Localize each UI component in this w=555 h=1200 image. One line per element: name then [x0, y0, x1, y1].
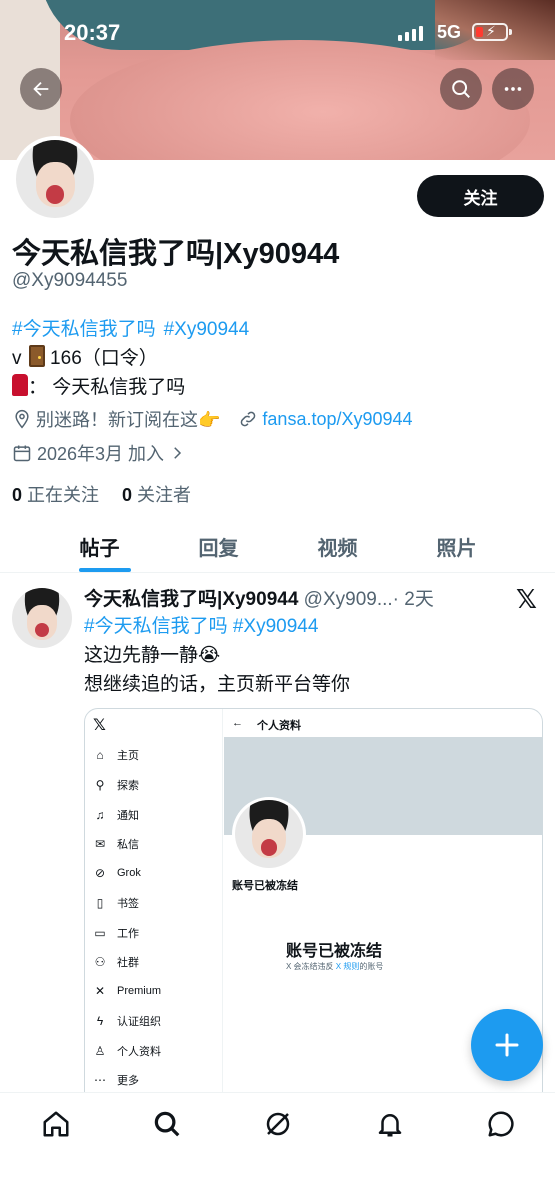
bio-text: v	[12, 348, 22, 369]
hashtag-link[interactable]: #Xy90944	[164, 319, 250, 340]
embedded-nav-item: ⌂ 主页	[93, 747, 139, 763]
bell-icon: ♫	[95, 808, 105, 822]
tab-posts[interactable]: 帖子	[40, 520, 159, 572]
embedded-nav-item: ✉ 私信	[94, 837, 139, 851]
embedded-nav-item: ⚇ 社群	[94, 955, 139, 969]
network-type: 5G	[437, 22, 462, 42]
status-bar: 20:37 5G ⚡	[0, 0, 555, 62]
embedded-nav-item: ✕ Premium	[94, 984, 162, 998]
nav-notifications[interactable]	[375, 1109, 405, 1139]
embedded-frozen-name: 账号已被冻结	[232, 880, 298, 892]
post-line: 想继续追的话，主页新平台等你	[84, 674, 351, 695]
avatar-art	[45, 185, 65, 204]
location-icon	[15, 409, 29, 429]
embedded-nav-item: ⚲ 探索	[93, 777, 139, 793]
profile-bio: #今天私信我了吗 #Xy90944 v 166（口令） ： 今天私信我了吗	[12, 315, 257, 402]
embedded-nav-item: ⊘ Grok	[94, 866, 141, 880]
scarf-emoji-icon	[12, 374, 28, 396]
grok-icon	[266, 1112, 290, 1136]
more-icon	[504, 87, 522, 91]
follow-button[interactable]: 关注	[417, 175, 544, 217]
embedded-nav-item: ⋯ 更多	[94, 1073, 139, 1087]
calendar-icon	[13, 445, 31, 462]
post-author-handle: @Xy909...	[303, 589, 393, 610]
nav-home[interactable]	[41, 1109, 71, 1139]
nav-search[interactable]	[152, 1109, 182, 1139]
joined-date[interactable]: 2026年3月 加入	[12, 440, 186, 466]
embedded-nav-item: ♫ 通知	[93, 807, 140, 823]
arrow-left-icon: ←	[232, 717, 243, 729]
bolt-icon: ϟ	[96, 1014, 104, 1028]
nav-messages[interactable]	[486, 1109, 516, 1139]
hashtag-link[interactable]: #今天私信我了吗	[84, 616, 228, 637]
grok-icon: ⊘	[94, 866, 106, 880]
avatar-art	[260, 839, 278, 856]
embedded-nav-item: ▯ 书签	[93, 895, 139, 911]
signal-icon	[398, 26, 423, 41]
profile-location: 别迷路！新订阅在这👉	[36, 410, 221, 430]
status-time: 20:37	[64, 20, 121, 45]
x-logo-icon: 𝕏	[93, 717, 106, 734]
people-icon: ⚇	[94, 955, 106, 969]
profile-avatar[interactable]	[12, 136, 98, 222]
search-button[interactable]	[440, 68, 482, 110]
tab-replies[interactable]: 回复	[159, 520, 278, 572]
follow-stats: 0 正在关注 0 关注者	[12, 481, 191, 507]
chevron-right-icon	[174, 447, 182, 459]
post-line: 这边先静一静😭	[84, 645, 221, 666]
person-icon: ♙	[94, 1044, 106, 1058]
embedded-topbar: ← 个人资料	[232, 717, 301, 732]
post-header: 今天私信我了吗|Xy90944 @Xy909...· 2天	[84, 584, 504, 611]
door-emoji-icon	[28, 345, 45, 367]
bio-text: ： 今天私信我了吗	[28, 377, 186, 398]
tab-videos[interactable]: 视频	[278, 520, 397, 572]
profile-website-link[interactable]: fansa.top/Xy90944	[262, 409, 412, 430]
home-icon: ⌂	[96, 748, 104, 762]
bell-icon	[378, 1114, 402, 1137]
more-button[interactable]	[492, 68, 534, 110]
embedded-frozen-title: 账号已被冻结	[286, 943, 383, 960]
embedded-nav-item: ϟ 认证组织	[93, 1013, 161, 1029]
hashtag-link[interactable]: #今天私信我了吗	[12, 319, 156, 340]
embedded-frozen-subtitle: X 会冻结违反 X 规则的账号	[286, 962, 384, 971]
post-text[interactable]: #今天私信我了吗 #Xy90944 这边先静一静😭 想继续追的话，主页新平台等你	[84, 612, 534, 699]
more-icon: ⋯	[94, 1073, 106, 1087]
arrow-left-icon	[33, 81, 49, 97]
link-icon	[241, 411, 256, 427]
home-icon	[43, 1111, 69, 1137]
post-time: · 2天	[392, 589, 434, 610]
profile-tabs: 帖子 回复 视频 照片	[0, 520, 555, 573]
bottom-nav	[0, 1092, 555, 1200]
profile-handle: @Xy9094455	[12, 270, 128, 291]
search-icon	[154, 1111, 180, 1137]
briefcase-icon: ▭	[94, 926, 106, 940]
following-link[interactable]: 0 正在关注	[12, 485, 99, 505]
x-icon: ✕	[94, 984, 106, 998]
search-icon: ⚲	[95, 778, 105, 792]
bio-text: 166（口令）	[44, 348, 158, 369]
battery-icon: ⚡	[472, 23, 512, 41]
hashtag-link[interactable]: #Xy90944	[233, 616, 319, 637]
x-logo-icon: 𝕏	[516, 584, 537, 614]
profile-name: 今天私信我了吗|Xy90944	[12, 238, 340, 270]
bookmark-icon: ▯	[96, 896, 104, 910]
embedded-avatar	[232, 797, 306, 871]
profile-meta: 别迷路！新订阅在这👉 fansa.top/Xy90944	[12, 406, 413, 432]
post-avatar[interactable]	[12, 588, 72, 648]
joined-label: 2026年3月 加入	[37, 444, 165, 464]
embedded-sidebar: 𝕏 ⌂ 主页 ⚲ 探索 ♫ 通知 ✉ 私信 ⊘ Grok ▯ 书签 ▭ 工作 ⚇ 社群 ✕ Pre…	[85, 709, 223, 1107]
chat-bubble-icon	[488, 1111, 514, 1137]
compose-button[interactable]	[471, 1009, 543, 1081]
search-icon	[452, 80, 470, 98]
followers-link[interactable]: 0 关注者	[122, 485, 191, 505]
back-button[interactable]	[20, 68, 62, 110]
nav-grok[interactable]	[263, 1109, 293, 1139]
embedded-nav-item: ▭ 工作	[94, 926, 139, 940]
post-author-name[interactable]: 今天私信我了吗|Xy90944	[84, 589, 298, 610]
plus-icon	[495, 1033, 519, 1057]
mail-icon: ✉	[94, 837, 106, 851]
tab-photos[interactable]: 照片	[397, 520, 516, 572]
embedded-nav-item: ♙ 个人资料	[94, 1044, 161, 1058]
